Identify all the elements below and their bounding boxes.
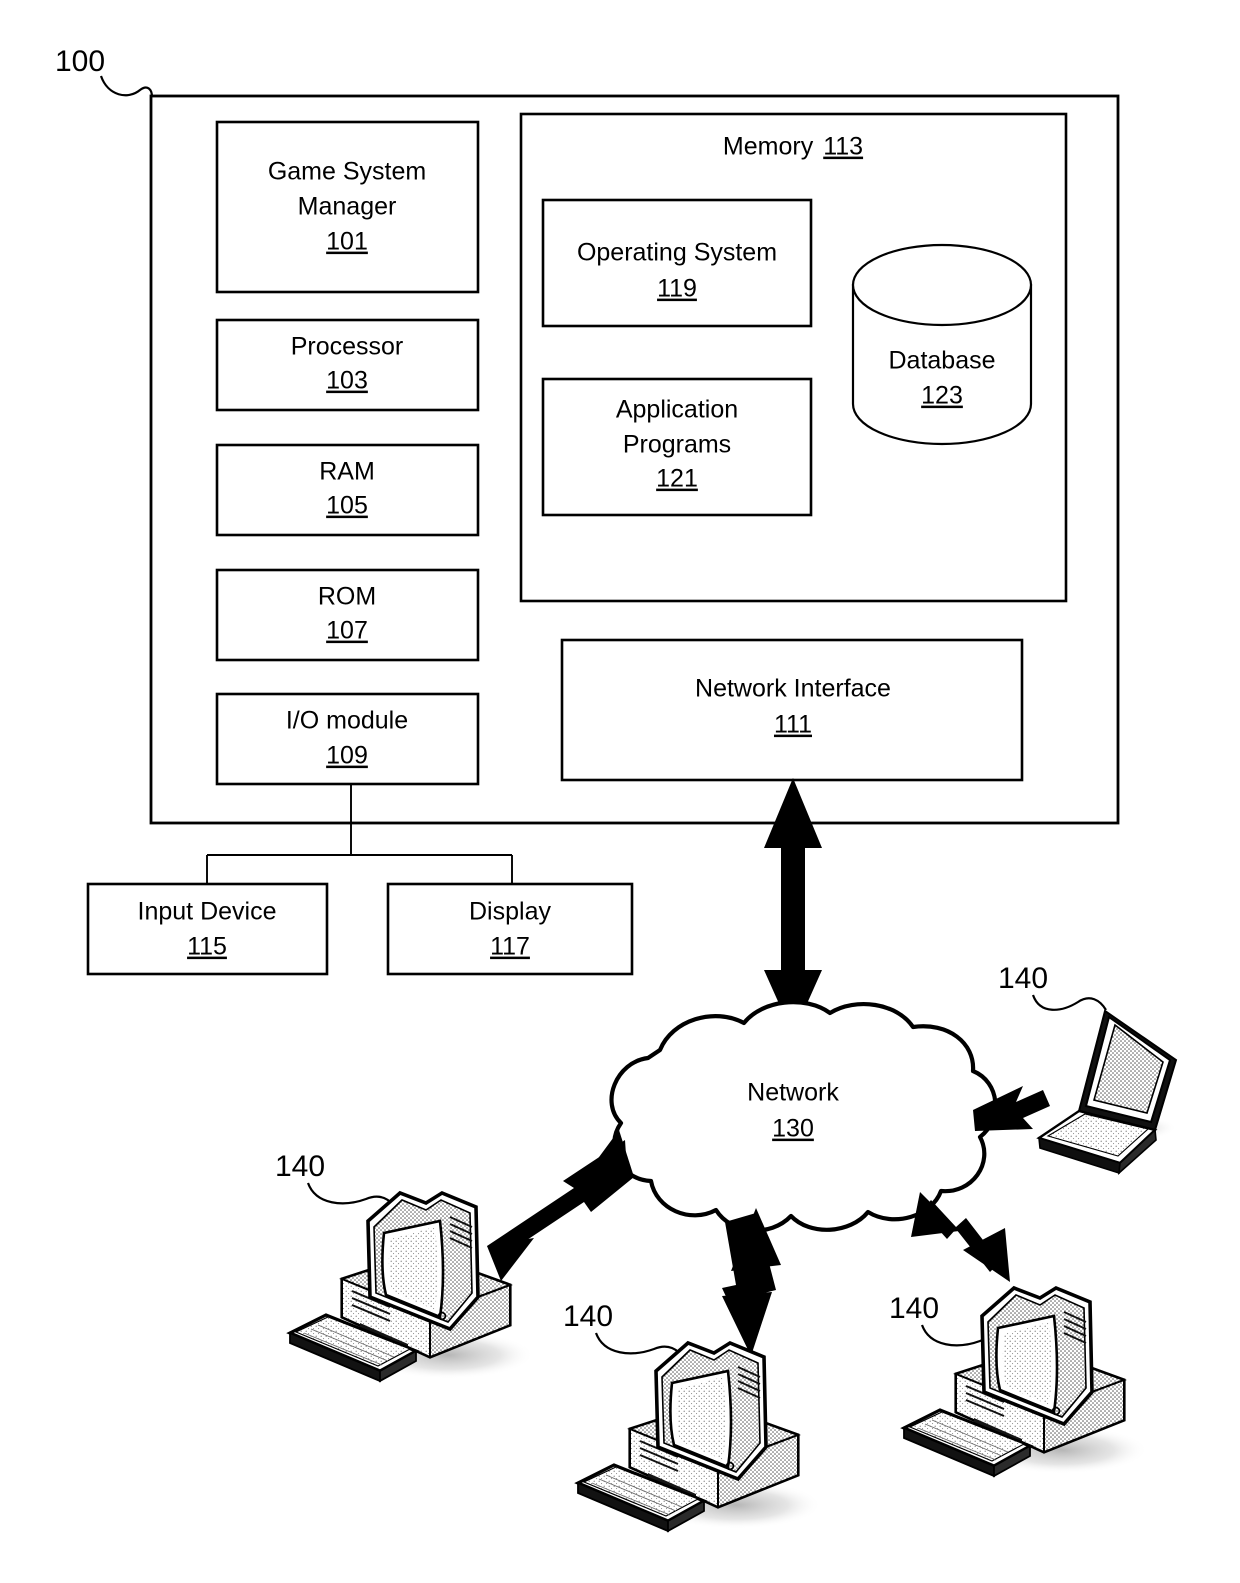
component-box-io-module[interactable]: I/O module 109: [215, 692, 480, 786]
network-cloud[interactable]: Network 130: [609, 1000, 998, 1233]
network-interface-ref: 111: [774, 711, 812, 739]
application-programs-line1: Application: [616, 396, 738, 424]
application-programs-ref: 121: [656, 465, 698, 493]
game-system-manager-line2: Manager: [298, 193, 397, 221]
processor-label: Processor: [291, 333, 404, 361]
rom-ref: 107: [326, 617, 368, 645]
database-ref: 123: [921, 382, 963, 410]
peripheral-box-input-device[interactable]: Input Device 115: [86, 882, 329, 976]
network-interface-box[interactable]: Network Interface 111: [560, 638, 1024, 782]
processor-ref: 103: [326, 367, 368, 395]
arrow-cloud-to-desktop-center: [722, 1208, 781, 1356]
memory-title: Memory: [723, 133, 814, 161]
input-device-ref: 115: [187, 933, 227, 961]
game-system-manager-ref: 101: [326, 228, 368, 256]
application-programs-line2: Programs: [623, 431, 731, 459]
figure-canvas: 100 Game System Manager 101 Processor 10…: [0, 0, 1240, 1583]
system-architecture-diagram: 100 Game System Manager 101 Processor 10…: [55, 45, 1178, 1533]
memory-ref: 113: [823, 133, 863, 161]
io-branch-connectors: [206, 784, 513, 886]
network-label: Network: [747, 1079, 839, 1107]
system-ref-leader: 100: [55, 45, 154, 98]
input-device-label: Input Device: [138, 898, 277, 926]
terminal-laptop[interactable]: 140: [998, 962, 1178, 1175]
system-ref-label: 100: [55, 45, 105, 78]
component-box-ram[interactable]: RAM 105: [215, 443, 480, 537]
database-label: Database: [888, 347, 995, 375]
component-box-game-system-manager[interactable]: Game System Manager 101: [215, 120, 480, 294]
network-interface-label: Network Interface: [695, 675, 891, 703]
rom-label: ROM: [318, 583, 376, 611]
component-box-rom[interactable]: ROM 107: [215, 568, 480, 662]
arrow-cloud-to-desktop-right: [911, 1192, 1010, 1282]
peripheral-box-display[interactable]: Display 117: [386, 882, 634, 976]
desktop-right-ref-label: 140: [889, 1292, 939, 1325]
terminal-desktop-right[interactable]: 140: [889, 1285, 1148, 1478]
ram-ref: 105: [326, 492, 368, 520]
operating-system-ref: 119: [657, 275, 697, 303]
laptop-ref-label: 140: [998, 962, 1048, 995]
network-ref: 130: [772, 1115, 814, 1143]
desktop-center-ref-label: 140: [563, 1300, 613, 1333]
terminal-desktop-center[interactable]: 140: [563, 1300, 822, 1533]
display-label: Display: [469, 898, 551, 926]
desktop-left-ref-label: 140: [275, 1150, 325, 1183]
game-system-manager-line1: Game System: [268, 158, 426, 186]
operating-system-label: Operating System: [577, 239, 777, 267]
component-box-processor[interactable]: Processor 103: [215, 318, 480, 412]
memory-item-operating-system[interactable]: Operating System 119: [541, 198, 813, 328]
database-cylinder[interactable]: Database 123: [851, 243, 1033, 446]
memory-block: Memory 113 Operating System 119 Applicat…: [519, 112, 1068, 603]
io-module-label: I/O module: [286, 707, 408, 735]
memory-item-application-programs[interactable]: Application Programs 121: [541, 377, 813, 517]
display-ref: 117: [490, 933, 530, 961]
network-interface-to-network-arrow: [764, 778, 822, 1035]
arrow-cloud-to-desktop-left: [487, 1130, 634, 1281]
io-module-ref: 109: [326, 742, 368, 770]
ram-label: RAM: [319, 458, 375, 486]
